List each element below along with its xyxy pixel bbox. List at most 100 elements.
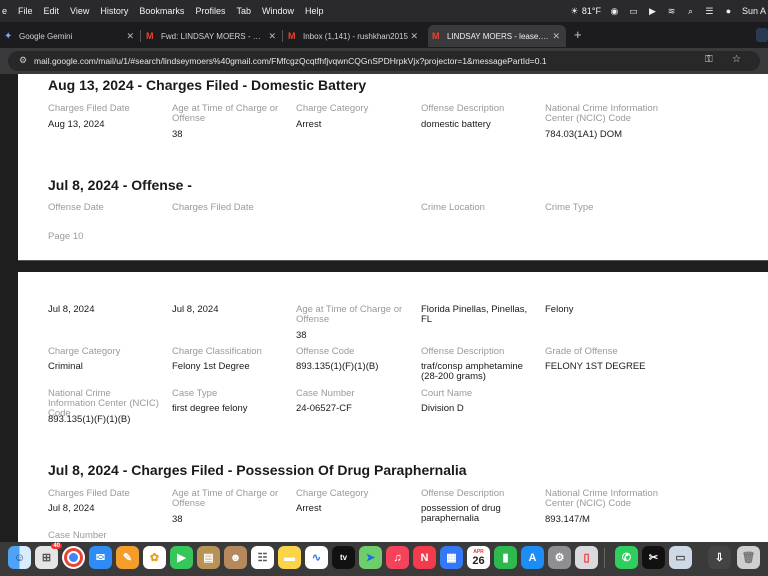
pdf-page: Jul 8, 2024 Jul 8, 2024 Age at Time of C… <box>18 272 768 542</box>
field-label: Offense Description <box>421 346 505 357</box>
preview-icon[interactable]: ▭ <box>669 546 692 569</box>
menu-app-name[interactable]: e <box>2 6 7 16</box>
field-value: traf/consp amphetamine (28-200 grams) <box>421 361 523 382</box>
keynote-icon[interactable]: ▦ <box>440 546 463 569</box>
tab-fwd-lindsay-moers[interactable]: M Fwd: LINDSAY MOERS - Def ✕ <box>142 25 282 47</box>
field-label: Charges Filed Date <box>172 202 254 213</box>
menu-edit[interactable]: Edit <box>44 6 60 16</box>
contacts-icon[interactable]: ☻ <box>224 546 247 569</box>
music-icon[interactable]: ♫ <box>386 546 409 569</box>
iphone-mirroring-icon[interactable]: ▯ <box>575 546 598 569</box>
field-value: 893.135(1)(F)(1)(B) <box>296 361 379 372</box>
maps-icon[interactable]: ➤ <box>359 546 382 569</box>
capcut-icon[interactable]: ✂ <box>642 546 665 569</box>
field-label: Charge Category <box>48 346 121 357</box>
address-bar[interactable]: ⚙ mail.google.com/mail/u/1/#search/linds… <box>8 51 760 71</box>
record-heading: Jul 8, 2024 - Charges Filed - Possession… <box>48 462 467 478</box>
field-label: Crime Type <box>545 202 594 213</box>
search-icon[interactable]: ⌕ <box>685 6 696 16</box>
play-icon[interactable]: ▶ <box>647 6 658 16</box>
field-label: Offense Description <box>421 103 505 114</box>
notes-icon[interactable]: ▬ <box>278 546 301 569</box>
control-center-icon[interactable]: ☰ <box>704 6 715 16</box>
menu-history[interactable]: History <box>100 6 128 16</box>
tab-google-gemini[interactable]: ✦ Google Gemini ✕ <box>0 25 140 47</box>
field-label: Age at Time of Charge or Offense <box>296 304 403 325</box>
mail-icon[interactable]: ✉ <box>89 546 112 569</box>
menu-help[interactable]: Help <box>305 6 324 16</box>
trash-icon[interactable]: 🗑 <box>737 546 760 569</box>
field-label: Crime Location <box>421 202 485 213</box>
field-value: 38 <box>172 514 183 525</box>
display-icon[interactable]: ▭ <box>628 6 639 16</box>
pages-icon[interactable]: ✎ <box>116 546 139 569</box>
field-value: possession of drug paraphernalia <box>421 503 501 524</box>
field-value: domestic battery <box>421 119 491 130</box>
tab-inbox[interactable]: M Inbox (1,141) - rushkhan2015 ✕ <box>284 25 424 47</box>
weather-temperature[interactable]: 81°F <box>582 6 601 16</box>
page-number: Page 10 <box>48 231 84 242</box>
tab-separator <box>282 30 283 42</box>
gmail-icon: M <box>432 30 440 41</box>
new-tab-icon[interactable]: + <box>574 27 582 42</box>
finder-icon[interactable]: ☺ <box>8 546 31 569</box>
close-tab-icon[interactable]: ✕ <box>552 31 560 42</box>
freeform-icon[interactable]: ∿ <box>305 546 328 569</box>
gmail-icon: M <box>146 30 154 41</box>
notes-app-icon[interactable]: ▤ <box>197 546 220 569</box>
chrome-profile-icon[interactable] <box>756 28 768 42</box>
launchpad-icon[interactable]: ⊞ 40 <box>35 543 62 569</box>
calendar-icon[interactable]: APR 26 <box>467 546 490 569</box>
reminders-icon[interactable]: ☷ <box>251 546 274 569</box>
gemini-icon: ✦ <box>4 30 13 42</box>
close-tab-icon[interactable]: ✕ <box>126 31 134 42</box>
close-tab-icon[interactable]: ✕ <box>268 31 276 42</box>
pdf-viewer: Aug 13, 2024 - Charges Filed - Domestic … <box>0 74 768 542</box>
whatsapp-icon[interactable]: ✆ <box>615 546 638 569</box>
menu-view[interactable]: View <box>70 6 89 16</box>
field-label: Offense Description <box>421 488 505 499</box>
app-store-icon[interactable]: A <box>521 546 544 569</box>
wifi-icon[interactable]: ≋ <box>666 6 677 16</box>
menu-bookmarks[interactable]: Bookmarks <box>139 6 184 16</box>
field-value: 893.135(1)(F)(1)(B) <box>48 414 131 425</box>
close-tab-icon[interactable]: ✕ <box>410 31 418 42</box>
url-text[interactable]: mail.google.com/mail/u/1/#search/lindsey… <box>34 56 547 66</box>
field-label: Charge Classification <box>172 346 262 357</box>
field-label: National Crime Information Center (NCIC)… <box>545 488 658 509</box>
field-label: Grade of Offense <box>545 346 618 357</box>
site-settings-icon[interactable]: ⚙ <box>19 55 27 66</box>
numbers-icon[interactable]: ▮ <box>494 546 517 569</box>
field-label: Charge Category <box>296 103 369 114</box>
dock-divider <box>604 548 605 568</box>
tab-lindsay-moers-lease[interactable]: M LINDSAY MOERS - lease.rep ✕ <box>428 25 566 47</box>
menu-clock[interactable]: Sun A <box>742 6 766 16</box>
field-value: 784.03(1A1) DOM <box>545 129 623 140</box>
menu-window[interactable]: Window <box>262 6 294 16</box>
field-value: Jul 8, 2024 <box>48 304 95 315</box>
photos-icon[interactable]: ✿ <box>143 546 166 569</box>
system-settings-icon[interactable]: ⚙ <box>548 546 571 569</box>
field-value: Felony 1st Degree <box>172 361 250 372</box>
browser-toolbar: ⚙ mail.google.com/mail/u/1/#search/linds… <box>0 48 768 74</box>
weather-sun-icon[interactable]: ☀ <box>569 6 580 16</box>
menu-tab[interactable]: Tab <box>236 6 251 16</box>
menu-file[interactable]: File <box>18 6 33 16</box>
menu-profiles[interactable]: Profiles <box>195 6 225 16</box>
facetime-icon[interactable]: ▶ <box>170 546 193 569</box>
tab-title: Google Gemini <box>19 31 73 41</box>
password-key-icon[interactable]: ⚿ <box>705 54 713 65</box>
tab-separator <box>140 30 141 42</box>
news-icon[interactable]: N <box>413 546 436 569</box>
location-icon[interactable]: ◉ <box>609 6 620 16</box>
downloads-folder-icon[interactable]: ⇩ <box>708 546 731 569</box>
apple-tv-icon[interactable]: tv <box>332 546 355 569</box>
field-value: Felony <box>545 304 574 315</box>
bookmark-star-icon[interactable]: ☆ <box>732 54 741 65</box>
field-label: Court Name <box>421 388 473 399</box>
chrome-icon[interactable] <box>62 546 85 569</box>
record-heading: Aug 13, 2024 - Charges Filed - Domestic … <box>48 77 367 93</box>
calendar-day: 26 <box>472 554 485 567</box>
record-heading: Jul 8, 2024 - Offense - <box>48 177 192 193</box>
siri-icon[interactable]: ● <box>723 6 734 16</box>
